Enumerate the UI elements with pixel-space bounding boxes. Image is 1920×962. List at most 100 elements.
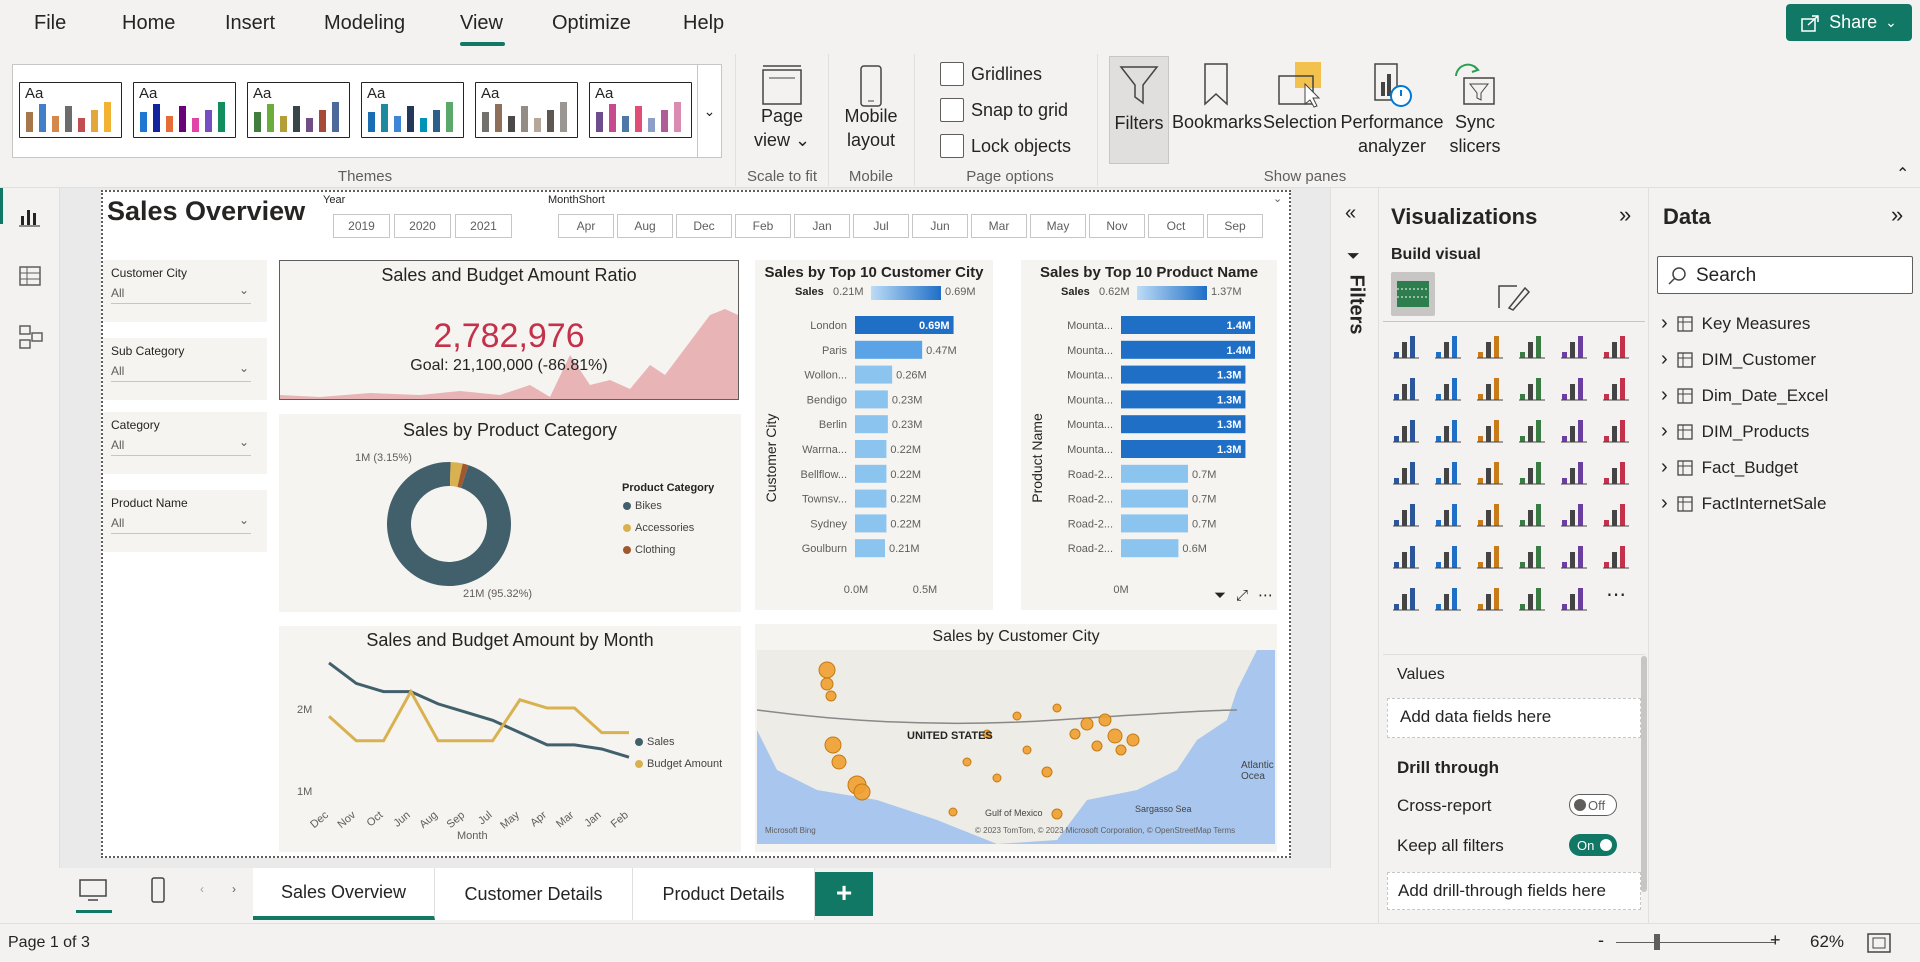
year-option-2021[interactable]: 2021	[455, 214, 512, 238]
visual-type-icon[interactable]	[1433, 330, 1463, 360]
zoom-in-icon[interactable]: +	[1770, 930, 1781, 951]
visual-type-icon[interactable]	[1433, 414, 1463, 444]
slicer-dropdown[interactable]: All ⌄	[111, 283, 251, 304]
visual-type-icon[interactable]	[1559, 498, 1589, 528]
menu-optimize[interactable]: Optimize	[552, 12, 631, 35]
selection-button[interactable]: Selection	[1262, 56, 1338, 164]
collapse-right-icon[interactable]: »	[1619, 202, 1631, 228]
theme-option[interactable]: Aa	[361, 82, 464, 138]
tab-sales-overview[interactable]: Sales Overview	[253, 868, 435, 920]
visual-type-icon[interactable]	[1517, 498, 1547, 528]
visual-type-icon[interactable]	[1517, 456, 1547, 486]
themes-expand-icon[interactable]: ⌄	[697, 64, 721, 158]
month-option-feb[interactable]: Feb	[735, 214, 791, 238]
slicer-sub-category[interactable]: Sub Category All ⌄	[103, 338, 267, 400]
kpi-card[interactable]: Sales and Budget Amount Ratio 2,782,976 …	[279, 260, 739, 400]
map-card[interactable]: Sales by Customer City UNITED STATES Gul…	[755, 624, 1277, 852]
month-option-aug[interactable]: Aug	[617, 214, 673, 238]
month-option-jul[interactable]: Jul	[853, 214, 909, 238]
tab-prev-icon[interactable]: ‹	[200, 882, 204, 896]
slicer-dropdown[interactable]: All ⌄	[111, 361, 251, 382]
visual-type-icon[interactable]	[1391, 498, 1421, 528]
visual-type-icon[interactable]	[1601, 540, 1631, 570]
visual-type-icon[interactable]	[1475, 414, 1505, 444]
model-view-icon[interactable]	[18, 324, 44, 350]
desktop-layout-icon[interactable]	[78, 878, 108, 902]
data-table-factinternetsale[interactable]: › FactInternetSale	[1661, 492, 1826, 515]
visual-type-icon[interactable]	[1559, 372, 1589, 402]
snap-to-grid-checkbox[interactable]	[940, 98, 964, 122]
more-visuals-icon[interactable]: ⋯	[1601, 582, 1631, 612]
menu-home[interactable]: Home	[122, 12, 175, 35]
build-visual-tab[interactable]	[1391, 272, 1435, 316]
year-option-2019[interactable]: 2019	[333, 214, 390, 238]
mobile-layout-button[interactable]: Mobile layout	[836, 54, 906, 164]
city-bar-card[interactable]: Sales by Top 10 Customer City Sales 0.21…	[755, 260, 993, 610]
slicer-category[interactable]: Category All ⌄	[103, 412, 267, 474]
mobile-layout-icon[interactable]	[150, 876, 166, 904]
visual-type-icon[interactable]	[1475, 540, 1505, 570]
visual-type-icon[interactable]	[1559, 540, 1589, 570]
visual-type-icon[interactable]	[1391, 330, 1421, 360]
table-view-icon[interactable]	[18, 264, 42, 288]
expand-left-icon[interactable]: «	[1345, 202, 1356, 225]
share-button[interactable]: Share ⌄	[1786, 4, 1912, 41]
visual-type-icon[interactable]	[1559, 330, 1589, 360]
month-option-jan[interactable]: Jan	[794, 214, 850, 238]
legend-item-budget-amount[interactable]: Budget Amount	[635, 758, 722, 770]
menu-help[interactable]: Help	[683, 12, 724, 35]
visual-type-icon[interactable]	[1475, 372, 1505, 402]
bookmarks-button[interactable]: Bookmarks	[1172, 56, 1262, 164]
data-table-key measures[interactable]: › Key Measures	[1661, 312, 1810, 335]
tab-customer-details[interactable]: Customer Details	[435, 868, 633, 920]
chevron-down-icon[interactable]: ⌄	[1273, 192, 1282, 205]
legend-item-accessories[interactable]: Accessories	[623, 522, 694, 534]
theme-option[interactable]: Aa	[247, 82, 350, 138]
visual-type-icon[interactable]	[1475, 582, 1505, 612]
month-option-sep[interactable]: Sep	[1207, 214, 1263, 238]
visual-type-icon[interactable]	[1517, 540, 1547, 570]
zoom-slider-thumb[interactable]	[1654, 934, 1660, 950]
visual-type-icon[interactable]	[1517, 330, 1547, 360]
collapse-ribbon-icon[interactable]: ⌃	[1896, 164, 1909, 184]
visual-type-icon[interactable]	[1601, 456, 1631, 486]
format-visual-icon[interactable]	[1495, 278, 1531, 314]
tab-product-details[interactable]: Product Details	[633, 868, 815, 920]
keep-filters-toggle[interactable]: On	[1569, 834, 1617, 856]
visual-type-icon[interactable]	[1601, 498, 1631, 528]
year-option-2020[interactable]: 2020	[394, 214, 451, 238]
visual-type-icon[interactable]	[1517, 414, 1547, 444]
slicer-dropdown[interactable]: All ⌄	[111, 513, 251, 534]
visual-type-icon[interactable]	[1391, 414, 1421, 444]
visual-type-icon[interactable]	[1517, 582, 1547, 612]
visual-type-icon[interactable]	[1559, 414, 1589, 444]
visual-type-icon[interactable]	[1601, 414, 1631, 444]
line-chart-card[interactable]: Sales and Budget Amount by Month Dec Nov O…	[279, 626, 741, 852]
data-table-fact-budget[interactable]: › Fact_Budget	[1661, 456, 1798, 479]
month-option-mar[interactable]: Mar	[971, 214, 1027, 238]
data-table-dim-products[interactable]: › DIM_Products	[1661, 420, 1809, 443]
visual-type-icon[interactable]	[1391, 582, 1421, 612]
add-page-button[interactable]: +	[815, 872, 873, 916]
product-bar-card[interactable]: Sales by Top 10 Product Name Sales 0.62M…	[1021, 260, 1277, 610]
visual-type-icon[interactable]	[1475, 330, 1505, 360]
lock-objects-checkbox[interactable]	[940, 134, 964, 158]
visual-type-icon[interactable]	[1433, 540, 1463, 570]
theme-option[interactable]: Aa	[133, 82, 236, 138]
filters-pane-collapsed[interactable]: « ⏷ Filters	[1330, 188, 1378, 868]
donut-card[interactable]: Sales by Product Category 1M (3.15%) 21M…	[279, 414, 741, 612]
visual-type-icon[interactable]	[1559, 456, 1589, 486]
visual-type-icon[interactable]	[1433, 582, 1463, 612]
data-search-field[interactable]: Search	[1657, 256, 1913, 294]
month-option-dec[interactable]: Dec	[676, 214, 732, 238]
theme-option[interactable]: Aa	[475, 82, 578, 138]
collapse-right-icon[interactable]: »	[1891, 202, 1903, 228]
visual-type-icon[interactable]	[1433, 456, 1463, 486]
data-table-dim-date-excel[interactable]: › Dim_Date_Excel	[1661, 384, 1828, 407]
month-option-oct[interactable]: Oct	[1148, 214, 1204, 238]
visual-type-icon[interactable]	[1391, 540, 1421, 570]
gridlines-checkbox[interactable]	[940, 62, 964, 86]
data-table-dim-customer[interactable]: › DIM_Customer	[1661, 348, 1816, 371]
focus-mode-icon[interactable]: ⤢	[1236, 587, 1248, 604]
zoom-slider-track[interactable]	[1616, 942, 1776, 943]
